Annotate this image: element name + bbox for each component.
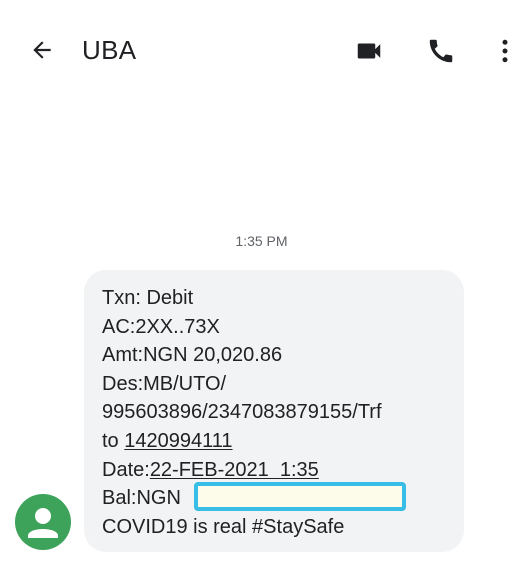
video-call-button[interactable]: [352, 36, 386, 70]
arrow-back-icon: [29, 37, 55, 68]
phone-number-link[interactable]: 1420994111: [124, 430, 232, 452]
message-line-txn: Txn: Debit: [102, 287, 194, 309]
person-icon: [15, 494, 71, 550]
message-line-description: Des:MB/UTO/: [102, 372, 227, 395]
back-button[interactable]: [26, 36, 58, 68]
message-timestamp: 1:35 PM: [235, 233, 288, 249]
date-prefix: Date:: [102, 458, 150, 481]
message-line-account: AC:2XX..73X: [102, 315, 220, 338]
phone-call-button[interactable]: [424, 36, 458, 70]
more-vert-icon: [490, 36, 520, 71]
conversation-title: UBA: [82, 35, 137, 65]
message-line-amount: Amt:NGN 20,020.86: [102, 344, 283, 367]
message-line-date: Date:22-FEB-2021 1:35: [102, 456, 450, 485]
video-call-icon: [354, 36, 384, 71]
message-line-reference: 995603896/2347083879155/Trf: [102, 401, 382, 424]
message-line-transfer: to 1420994111: [102, 427, 450, 456]
message-line-covid: COVID19 is real #StaySafe: [102, 515, 345, 538]
sender-avatar[interactable]: [15, 494, 71, 550]
date-link[interactable]: 22-FEB-2021 1:35: [150, 459, 319, 481]
transfer-prefix: to: [102, 429, 125, 452]
balance-redaction: [194, 482, 406, 511]
more-options-button[interactable]: [488, 36, 522, 70]
phone-call-icon: [426, 36, 456, 71]
app-bar: UBA: [0, 0, 523, 100]
